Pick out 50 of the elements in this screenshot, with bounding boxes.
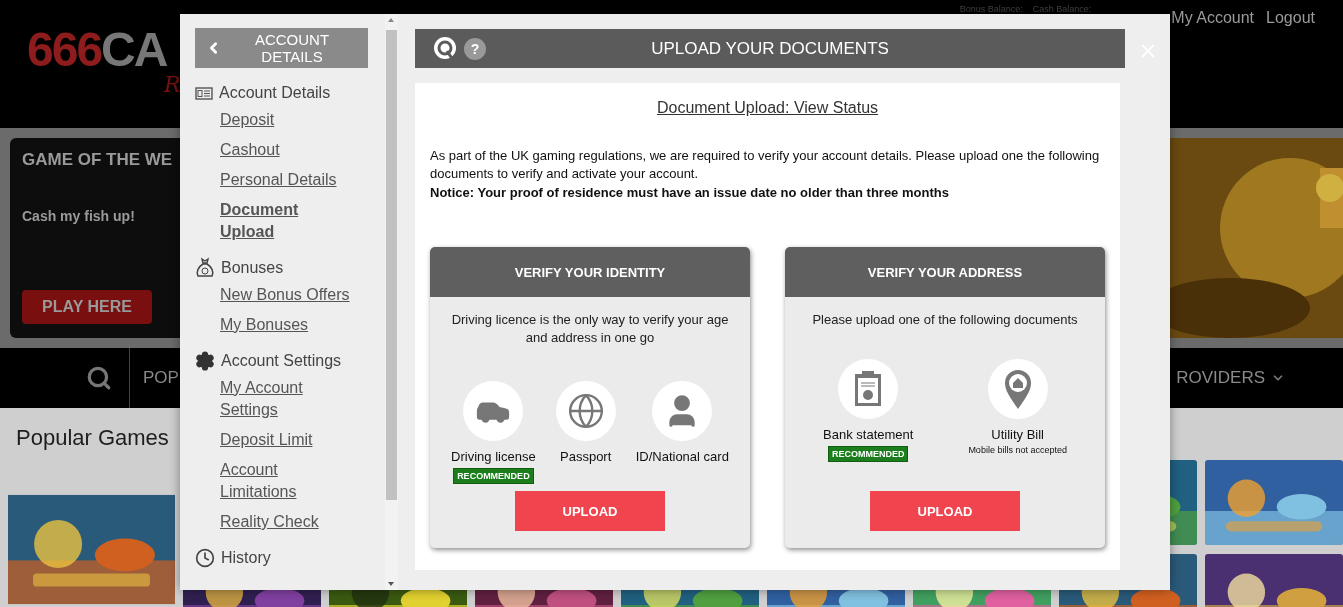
logo-script-text: R (164, 72, 181, 97)
sidebar-link[interactable]: Deposit Limit (220, 429, 354, 451)
location-pin-icon (1002, 368, 1033, 410)
sidebar-heading: Account Settings (221, 352, 342, 370)
globe-icon (566, 392, 605, 430)
sidebar-link[interactable]: Deposit (220, 109, 354, 131)
clock-icon (195, 548, 215, 568)
card-title: VERIFY YOUR ADDRESS (785, 247, 1105, 297)
sidebar-link[interactable]: Cashout (220, 139, 354, 161)
status-link[interactable]: Document Upload: View Status (656, 99, 879, 117)
document-label: Utility Bill (991, 427, 1044, 442)
section-title: Popular Games (16, 424, 169, 452)
intro-text: As part of the UK gaming regulations, we are required to verify your account details. Please upload one the following documents to verify and activate your account. (430, 147, 1101, 183)
nav-link[interactable]: POP (143, 368, 179, 388)
play-button[interactable]: PLAY HERE (22, 290, 152, 324)
nav-link[interactable]: ROVIDERS (1176, 368, 1285, 388)
sidebar-link[interactable]: New Bonus Offers (220, 284, 354, 306)
logo-text[interactable]: CA (101, 22, 167, 77)
card-title: VERIFY YOUR IDENTITY (430, 247, 750, 297)
featured-title: GAME OF THE WE (22, 150, 173, 170)
scrollbar[interactable] (385, 14, 398, 590)
document-label: Driving license (451, 449, 536, 464)
money-bag-icon (195, 257, 215, 279)
sidebar-link[interactable]: Document Upload (220, 199, 354, 243)
sidebar-heading: Account Details (219, 84, 331, 102)
featured-tagline: Cash my fish up! (22, 208, 135, 224)
sidebar-heading: Bonuses (221, 259, 284, 277)
dialog-title: UPLOAD YOUR DOCUMENTS (651, 38, 889, 59)
notice-text: Notice: Your proof of residence must have an issue date no older than three months (430, 185, 950, 200)
card-description: Please upload one of the following documents (812, 311, 1078, 329)
document-note: Mobile bills not accepted (968, 445, 1067, 455)
upload-button[interactable]: UPLOAD (870, 491, 1020, 531)
header-link[interactable]: My Account (1171, 9, 1255, 27)
sidebar-link[interactable]: My Account Settings (220, 377, 354, 421)
upload-button[interactable]: UPLOAD (515, 491, 665, 531)
document-label: ID/National card (635, 449, 729, 464)
sidebar-link[interactable]: Reality Check (220, 511, 354, 533)
id-card-icon (195, 86, 213, 100)
card-description: Driving licence is the only way to verify your age and address in one go (450, 311, 730, 347)
sidebar-link[interactable]: My Bonuses (220, 314, 354, 336)
search-icon[interactable] (86, 365, 112, 391)
document-label: Bank statement (823, 427, 914, 442)
sidebar-link[interactable]: Account Limitations (220, 459, 354, 503)
sidebar-link[interactable]: Personal Details (220, 169, 354, 191)
document-label: Passport (560, 449, 612, 464)
recommended-badge: RECOMMENDED (827, 446, 909, 462)
header-link[interactable]: Logout (1266, 9, 1315, 27)
sidebar-heading: History (221, 549, 271, 567)
back-button[interactable]: ACCOUNT DETAILS (195, 28, 368, 68)
recommended-badge: RECOMMENDED (453, 468, 534, 484)
